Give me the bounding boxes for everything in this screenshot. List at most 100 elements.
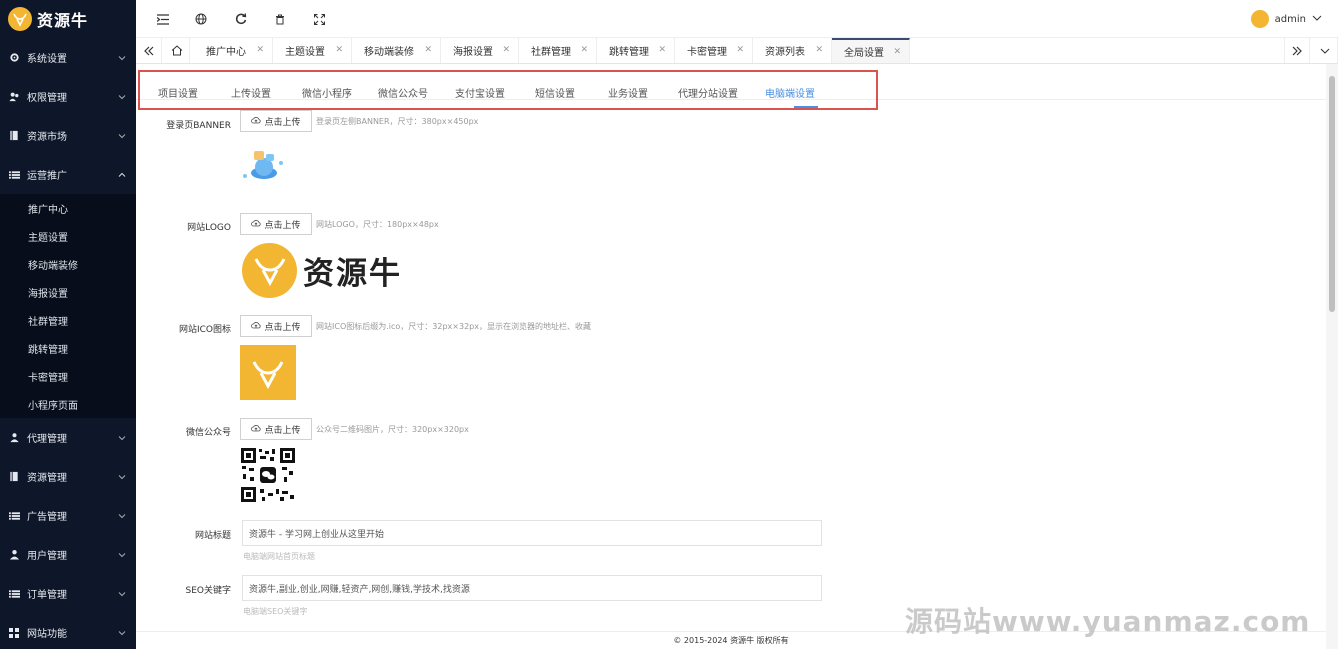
sidebar-item-permission[interactable]: 权限管理 <box>0 77 136 116</box>
sidebar-item-operation[interactable]: 运营推广 <box>0 155 136 194</box>
sidebar-item-orders[interactable]: 订单管理 <box>0 574 136 613</box>
subtab-wechat-official[interactable]: 微信公众号 <box>378 85 428 100</box>
bull-logo-icon <box>8 7 32 31</box>
operation-submenu: 推广中心 主题设置 移动端装修 海报设置 社群管理 跳转管理 卡密管理 小程序页… <box>0 194 136 418</box>
close-icon[interactable]: ✕ <box>335 45 343 55</box>
sidebar-item-resource[interactable]: 资源管理 <box>0 457 136 496</box>
subtab-project[interactable]: 项目设置 <box>158 85 198 100</box>
upload-label: 点击上传 <box>264 425 301 436</box>
close-icon[interactable]: ✕ <box>736 45 744 55</box>
qr-code-preview[interactable] <box>240 447 296 503</box>
chevron-down-icon <box>118 93 126 101</box>
sidebar-item-label: 订单管理 <box>27 590 67 601</box>
submenu-item[interactable]: 跳转管理 <box>0 334 136 362</box>
brand-name: 资源牛 <box>37 11 89 30</box>
upload-label: 点击上传 <box>264 220 301 231</box>
ico-upload-button[interactable]: 点击上传 <box>240 315 312 337</box>
submenu-item[interactable]: 小程序页面 <box>0 390 136 418</box>
menu-toggle-icon[interactable] <box>156 12 170 26</box>
sidebar-item-label: 权限管理 <box>27 93 67 104</box>
sidebar-item-label: 运营推广 <box>27 171 67 182</box>
seo-keywords-label: SEO关键字 <box>185 586 231 596</box>
subtab-pc[interactable]: 电脑端设置 <box>765 85 815 100</box>
page-scrollbar[interactable] <box>1326 64 1338 649</box>
user-name: admin <box>1274 13 1306 25</box>
sidebar-item-users[interactable]: 用户管理 <box>0 535 136 574</box>
site-title-input[interactable]: 资源牛 - 学习网上创业从这里开始 <box>242 520 822 546</box>
subtab-business[interactable]: 业务设置 <box>608 85 648 100</box>
ico-preview[interactable] <box>240 345 296 400</box>
banner-upload-button[interactable]: 点击上传 <box>240 110 312 132</box>
tabs-menu-button[interactable] <box>1312 38 1338 63</box>
tabs-scroll-right-button[interactable] <box>1284 38 1310 63</box>
tab-poster-settings[interactable]: 海报设置 ✕ <box>441 38 519 63</box>
sidebar-item-agent[interactable]: 代理管理 <box>0 418 136 457</box>
close-icon[interactable]: ✕ <box>658 45 666 55</box>
submenu-item[interactable]: 主题设置 <box>0 222 136 250</box>
banner-thumbnail[interactable] <box>240 143 286 185</box>
seo-keywords-input[interactable]: 资源牛,副业,创业,网赚,轻资产,网创,赚钱,学技术,找资源 <box>242 575 822 601</box>
logo-upload-button[interactable]: 点击上传 <box>240 213 312 235</box>
ico-label: 网站ICO图标 <box>178 325 231 335</box>
refresh-icon[interactable] <box>234 12 248 26</box>
sidebar-item-label: 广告管理 <box>27 512 67 523</box>
sidebar-item-site-features[interactable]: 网站功能 <box>0 613 136 649</box>
tab-community[interactable]: 社群管理 ✕ <box>519 38 597 63</box>
logo-hint: 网站LOGO，尺寸：180px×48px <box>316 220 439 229</box>
list-icon <box>8 588 20 600</box>
submenu-item[interactable]: 海报设置 <box>0 278 136 306</box>
close-icon[interactable]: ✕ <box>580 45 588 55</box>
tab-label: 主题设置 <box>285 47 325 58</box>
cloud-upload-icon <box>251 424 262 435</box>
chevron-down-icon <box>1312 14 1322 25</box>
book-icon <box>8 130 20 142</box>
logo-preview[interactable]: 资源牛 <box>242 242 432 298</box>
tab-theme-settings[interactable]: 主题设置 ✕ <box>273 38 352 63</box>
site-title-label: 网站标题 <box>194 531 231 541</box>
submenu-item[interactable]: 社群管理 <box>0 306 136 334</box>
cloud-upload-icon <box>251 321 262 332</box>
submenu-item[interactable]: 卡密管理 <box>0 362 136 390</box>
chevron-down-icon <box>118 629 126 637</box>
home-tab[interactable] <box>164 38 190 63</box>
site-title-hint: 电脑端网站首页标题 <box>243 552 315 561</box>
close-icon[interactable]: ✕ <box>815 45 823 55</box>
tab-mobile-decoration[interactable]: 移动端装修 ✕ <box>352 38 441 63</box>
trash-icon[interactable] <box>273 12 287 26</box>
subtab-mini-program[interactable]: 微信小程序 <box>302 85 352 100</box>
close-icon[interactable]: ✕ <box>502 45 510 55</box>
scrollbar-thumb[interactable] <box>1329 76 1335 312</box>
sidebar-item-label: 代理管理 <box>27 434 67 445</box>
user-menu[interactable]: admin <box>1250 10 1322 28</box>
sidebar-item-label: 系统设置 <box>27 54 67 65</box>
sidebar-item-ads[interactable]: 广告管理 <box>0 496 136 535</box>
subtab-upload[interactable]: 上传设置 <box>231 85 271 100</box>
globe-icon[interactable] <box>194 12 208 26</box>
book-icon <box>8 471 20 483</box>
tab-resource-list[interactable]: 资源列表 ✕ <box>753 38 832 63</box>
tab-global-settings[interactable]: 全局设置 ✕ <box>832 38 910 63</box>
wechat-upload-button[interactable]: 点击上传 <box>240 418 312 440</box>
submenu-item[interactable]: 推广中心 <box>0 194 136 222</box>
sidebar-item-system[interactable]: 系统设置 <box>0 38 136 77</box>
tab-promotion-center[interactable]: 推广中心 ✕ <box>194 38 273 63</box>
close-icon[interactable]: ✕ <box>256 45 264 55</box>
tab-redirect[interactable]: 跳转管理 ✕ <box>597 38 675 63</box>
subtab-agent-site[interactable]: 代理分站设置 <box>678 85 738 100</box>
tab-card-codes[interactable]: 卡密管理 ✕ <box>675 38 753 63</box>
upload-label: 点击上传 <box>264 322 301 333</box>
sidebar: 资源牛 系统设置 权限管理 资源市场 运营推广 推广中心 主题设置 移动端装修 … <box>0 0 136 649</box>
close-icon[interactable]: ✕ <box>424 45 432 55</box>
subtab-alipay[interactable]: 支付宝设置 <box>455 85 505 100</box>
tabs-bar: 推广中心 ✕ 主题设置 ✕ 移动端装修 ✕ 海报设置 ✕ 社群管理 ✕ 跳转管理 ✕ 卡密管… <box>136 38 1338 64</box>
brand[interactable]: 资源牛 <box>0 0 136 38</box>
tabs-scroll-left-button[interactable] <box>136 38 162 63</box>
tab-label: 卡密管理 <box>687 47 727 58</box>
users-icon <box>8 91 20 103</box>
chevron-up-icon <box>118 171 126 179</box>
fullscreen-icon[interactable] <box>312 12 326 26</box>
submenu-item[interactable]: 移动端装修 <box>0 250 136 278</box>
sidebar-item-market[interactable]: 资源市场 <box>0 116 136 155</box>
subtab-sms[interactable]: 短信设置 <box>535 85 575 100</box>
close-icon[interactable]: ✕ <box>893 47 901 57</box>
